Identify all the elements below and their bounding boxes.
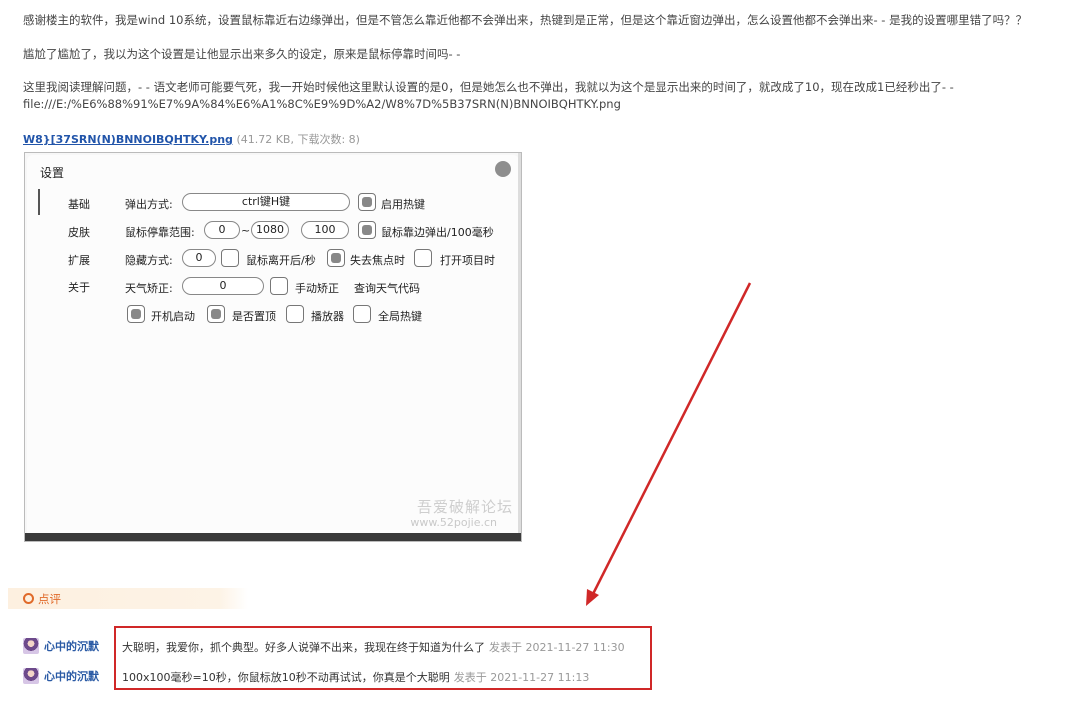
annotation-arrow-icon	[586, 282, 752, 606]
